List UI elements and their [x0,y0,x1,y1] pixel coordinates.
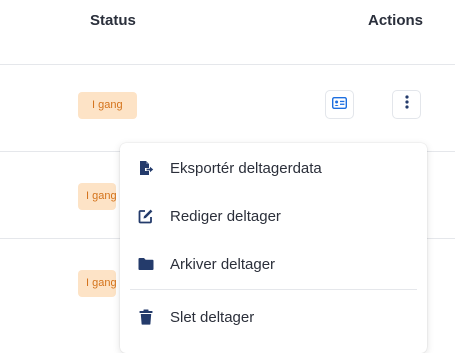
menu-item-label: Arkiver deltager [170,255,276,273]
menu-item-archive[interactable]: Arkiver deltager [120,241,427,287]
id-card-icon [331,96,348,114]
menu-item-label: Rediger deltager [170,207,281,225]
menu-item-label: Eksportér deltagerdata [170,159,322,177]
menu-item-export[interactable]: Eksportér deltagerdata [120,145,427,191]
row-actions-menu: Eksportér deltagerdata Rediger deltager … [120,143,427,353]
folder-icon [138,256,154,272]
file-export-icon [138,160,154,176]
status-badge: I gang [78,183,116,210]
column-header-status: Status [90,12,136,29]
vertical-ellipsis-icon [404,95,409,114]
column-header-actions: Actions [368,12,424,29]
trash-icon [138,309,154,325]
edit-icon [138,208,154,224]
header-divider [0,64,455,65]
menu-item-label: Slet deltager [170,308,255,326]
menu-separator [130,289,417,290]
menu-item-edit[interactable]: Rediger deltager [120,193,427,239]
status-badge: I gang [78,270,116,297]
more-actions-button[interactable] [392,90,421,119]
participant-card-button[interactable] [325,90,354,119]
status-badge: I gang [78,92,137,119]
menu-item-delete[interactable]: Slet deltager [120,294,427,340]
